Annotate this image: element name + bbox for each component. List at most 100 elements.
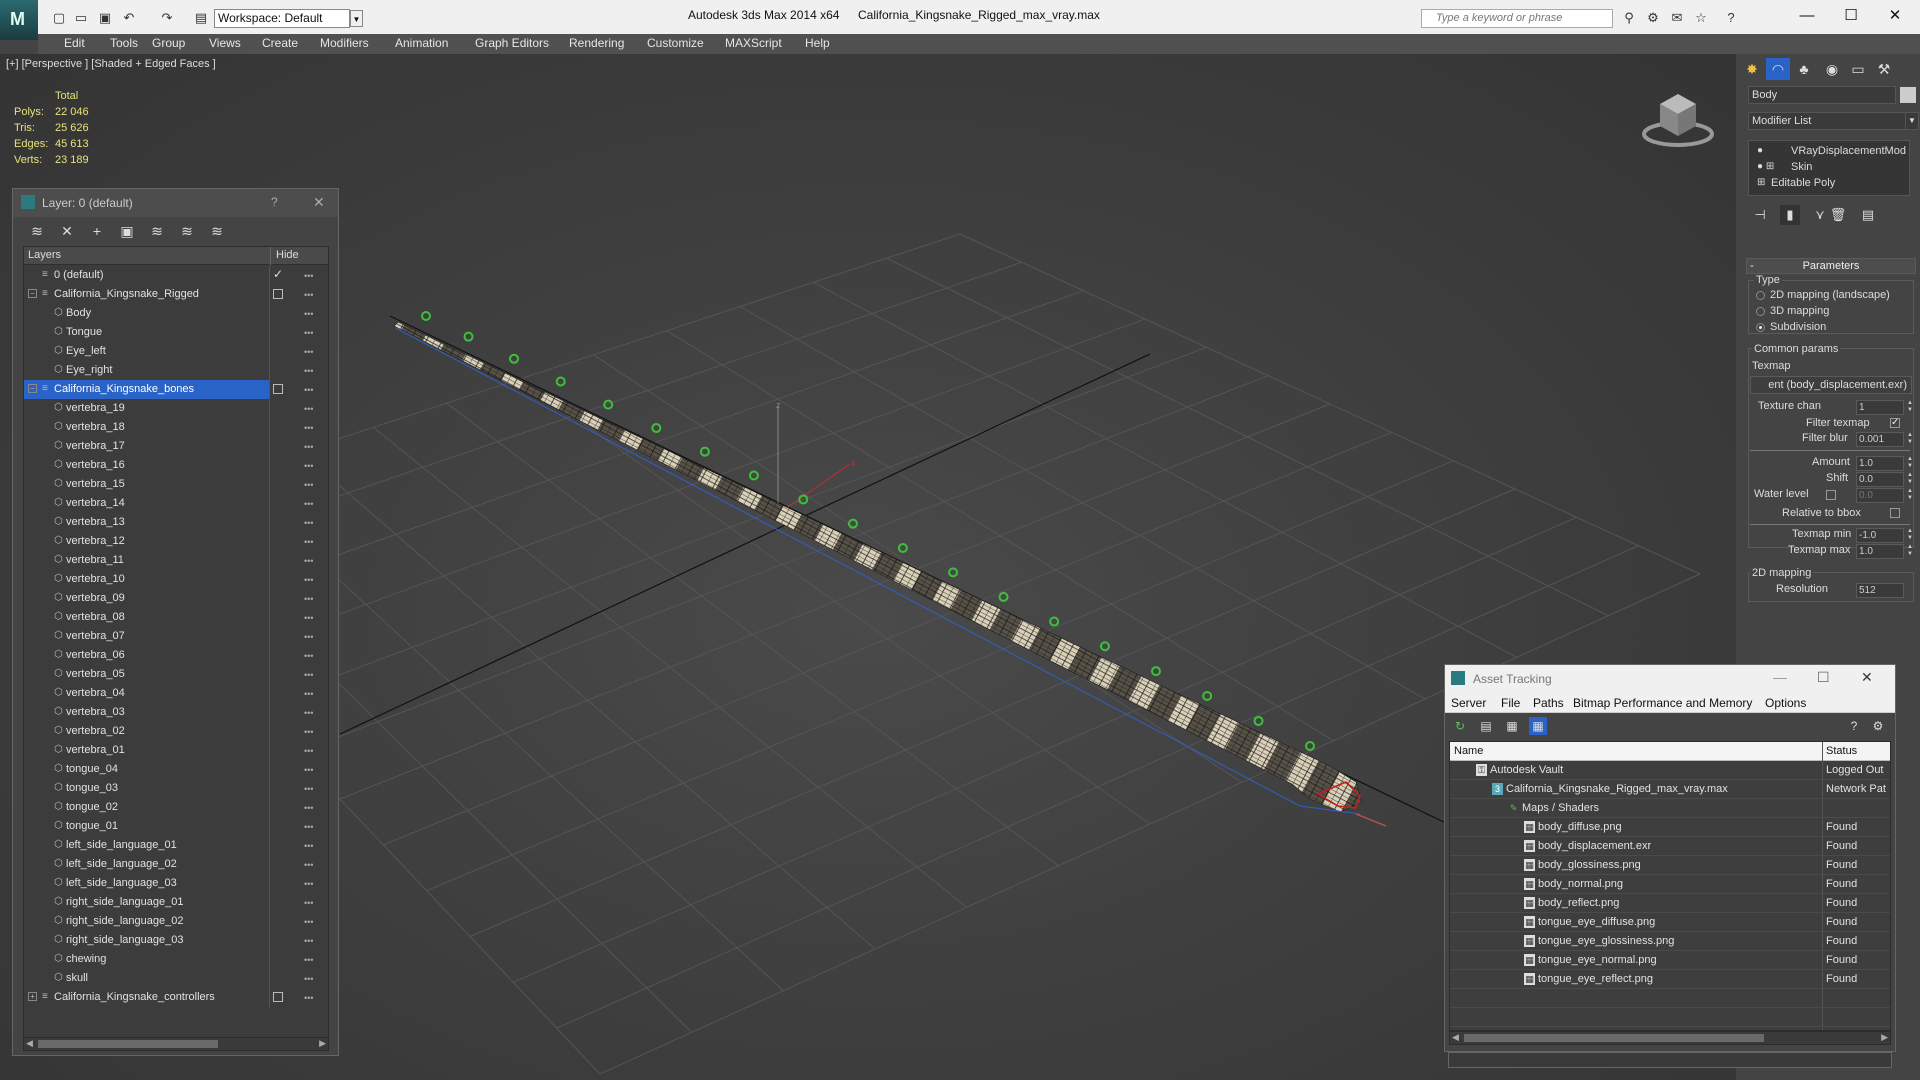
hide-toggle[interactable] [273,289,283,299]
viewcube-icon[interactable] [1640,86,1716,150]
freeze-toggle[interactable]: ••• [304,917,313,927]
object-row[interactable]: ⬡ Body ••• [24,304,328,323]
layer-name-cell[interactable]: ⬡ vertebra_15 [24,475,270,494]
menu-views[interactable]: Views [209,36,241,50]
layer-name-cell[interactable]: ⬡ right_side_language_03 [24,931,270,950]
select-objects-icon[interactable]: ≋ [147,222,167,240]
create-tab-icon[interactable]: ✸ [1740,58,1764,80]
freeze-toggle[interactable]: ••• [304,556,313,566]
freeze-toggle[interactable]: ••• [304,309,313,319]
scroll-left-icon[interactable]: ◀ [1452,1032,1459,1043]
menu-create[interactable]: Create [262,36,298,50]
layer-name-cell[interactable]: ⬡ vertebra_09 [24,589,270,608]
freeze-toggle[interactable]: ••• [304,898,313,908]
object-row[interactable]: ⬡ vertebra_04 ••• [24,684,328,703]
freeze-toggle[interactable]: ••• [304,613,313,623]
layer-horizontal-scrollbar[interactable]: ◀ ▶ [23,1037,329,1051]
save-file-icon[interactable]: ▣ [96,10,114,26]
freeze-toggle[interactable]: ••• [304,575,313,585]
object-row[interactable]: ⬡ left_side_language_01 ••• [24,836,328,855]
object-row[interactable]: ⬡ vertebra_09 ••• [24,589,328,608]
spinner-arrows-icon[interactable]: ▲ ▼ [1906,400,1914,415]
workspace-dropdown[interactable]: Workspace: Default ▼ [214,9,363,28]
texture-chan-spinner[interactable]: 1 [1856,400,1904,415]
radio-3d-mapping[interactable] [1756,307,1765,316]
freeze-toggle[interactable]: ••• [304,537,313,547]
menu-graph-editors[interactable]: Graph Editors [475,36,549,50]
menu-customize[interactable]: Customize [647,36,704,50]
layer-name-cell[interactable]: ⬡ left_side_language_01 [24,836,270,855]
layer-name-cell[interactable]: ⬡ vertebra_03 [24,703,270,722]
asset-menu-bitmap-performance-and-memory[interactable]: Bitmap Performance and Memory [1573,696,1752,710]
menu-modifiers[interactable]: Modifiers [320,36,369,50]
freeze-toggle[interactable]: ••• [304,651,313,661]
freeze-toggle[interactable]: ••• [304,404,313,414]
layer-name-cell[interactable]: ⬡ Body [24,304,270,323]
modify-tab-icon[interactable]: ◠ [1766,58,1790,80]
layer-row[interactable]: ≡ 0 (default) ✓ ••• [24,266,328,285]
asset-row[interactable]: 3 California_Kingsnake_Rigged_max_vray.ma… [1450,780,1890,799]
object-row[interactable]: ⬡ vertebra_15 ••• [24,475,328,494]
object-row[interactable]: ⬡ Tongue ••• [24,323,328,342]
menu-maxscript[interactable]: MAXScript [725,36,782,50]
maximize-button[interactable]: ☐ [1830,4,1872,28]
asset-horizontal-scrollbar[interactable]: ◀ ▶ [1449,1031,1891,1045]
bone-marker[interactable] [651,423,662,434]
layer-name-cell[interactable]: ⬡ Eye_left [24,342,270,361]
freeze-toggle[interactable]: ••• [304,708,313,718]
bone-marker[interactable] [948,567,959,578]
object-row[interactable]: ⬡ right_side_language_02 ••• [24,912,328,931]
object-row[interactable]: ⬡ left_side_language_03 ••• [24,874,328,893]
col-hide[interactable]: Hide [276,249,299,261]
asset-row[interactable]: ⚿ Autodesk Vault Logged Out [1450,761,1890,780]
bone-marker[interactable] [699,446,710,457]
undo-icon[interactable]: ↶ [120,10,138,26]
asset-row[interactable]: ▦ tongue_eye_glossiness.png Found [1450,932,1890,951]
object-row[interactable]: ⬡ tongue_01 ••• [24,817,328,836]
layer-panel-titlebar[interactable]: Layer: 0 (default) ? ✕ [13,189,338,217]
table-view-icon[interactable]: ▦ [1529,717,1547,735]
texmap-min-spinner[interactable]: -1.0 [1856,528,1904,543]
layer-name-cell[interactable]: + ≡ California_Kingsnake_controllers [24,988,270,1007]
pin-stack-icon[interactable]: ⊣ [1750,205,1770,225]
layer-name-cell[interactable]: ⬡ vertebra_04 [24,684,270,703]
freeze-toggle[interactable]: ••• [304,974,313,984]
asset-help-icon[interactable]: ? [1845,717,1863,735]
relative-bbox-checkbox[interactable] [1890,508,1900,518]
freeze-toggle[interactable]: ••• [304,518,313,528]
layer-name-cell[interactable]: ⬡ chewing [24,950,270,969]
water-level-checkbox[interactable] [1826,490,1836,500]
scroll-thumb[interactable] [38,1040,218,1048]
thumbnail-view-icon[interactable]: ▦ [1503,717,1521,735]
menu-animation[interactable]: Animation [395,36,448,50]
object-row[interactable]: ⬡ vertebra_19 ••• [24,399,328,418]
asset-minimize-button[interactable]: — [1773,669,1787,685]
show-end-result-icon[interactable]: ▮ [1780,205,1800,225]
collapse-minus-icon[interactable]: − [28,384,37,393]
object-row[interactable]: ⬡ vertebra_16 ••• [24,456,328,475]
water-level-spinner[interactable]: 0.0 [1856,488,1904,503]
asset-row[interactable]: ▦ body_glossiness.png Found [1450,856,1890,875]
help-icon[interactable]: ? [1722,10,1740,26]
object-row[interactable]: ⬡ vertebra_10 ••• [24,570,328,589]
object-row[interactable]: ⬡ vertebra_14 ••• [24,494,328,513]
asset-row[interactable]: ▦ body_reflect.png Found [1450,894,1890,913]
spinner-arrows-icon[interactable]: ▲ ▼ [1906,528,1914,543]
asset-menu-options[interactable]: Options [1765,696,1806,710]
freeze-toggle[interactable]: ••• [304,594,313,604]
active-layer-check-icon[interactable]: ✓ [273,267,283,281]
freeze-toggle[interactable]: ••• [304,765,313,775]
motion-tab-icon[interactable]: ◉ [1820,58,1844,80]
freeze-toggle[interactable]: ••• [304,784,313,794]
asset-menu-file[interactable]: File [1501,696,1520,710]
layer-row[interactable]: − ≡ California_Kingsnake_bones ••• [24,380,328,399]
asset-tracking-titlebar[interactable]: Asset Tracking — ☐ ✕ [1445,665,1895,693]
project-folder-icon[interactable]: ▤ [192,10,210,26]
freeze-toggle[interactable]: ••• [304,385,313,395]
object-row[interactable]: ⬡ vertebra_13 ••• [24,513,328,532]
resolution-spinner[interactable]: 512 [1856,583,1904,598]
app-logo[interactable]: M [0,0,38,40]
open-file-icon[interactable]: ▭ [72,10,90,26]
object-name-field[interactable]: Body [1748,86,1896,104]
object-row[interactable]: ⬡ vertebra_08 ••• [24,608,328,627]
